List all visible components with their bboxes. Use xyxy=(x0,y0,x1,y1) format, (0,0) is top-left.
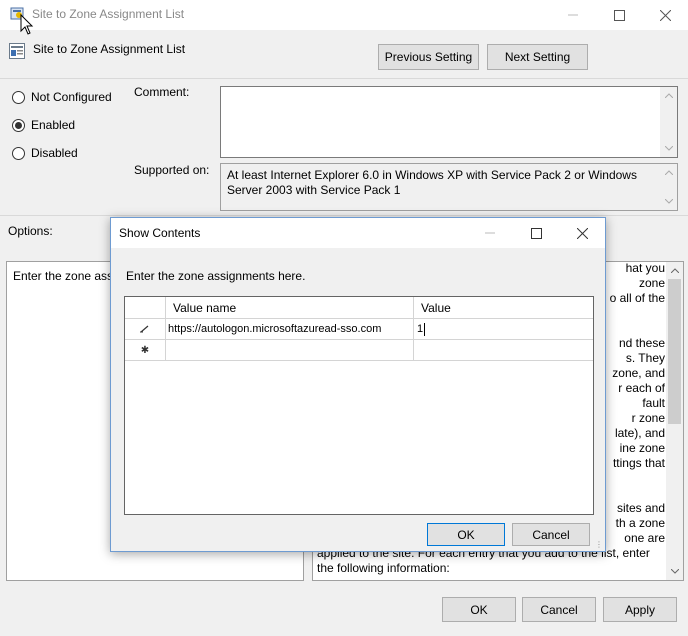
dialog-minimize-button[interactable] xyxy=(467,218,513,248)
text-caret xyxy=(424,322,426,336)
help-scrollbar[interactable] xyxy=(666,262,683,580)
asterisk-icon: ✱ xyxy=(140,344,150,356)
scroll-up-icon[interactable] xyxy=(660,164,677,181)
help-line: zone, and xyxy=(612,366,665,380)
help-line: r each of xyxy=(618,381,665,395)
radio-circle xyxy=(12,146,25,160)
ok-button[interactable]: OK xyxy=(442,597,516,622)
show-contents-dialog: Show Contents Enter the zone assignments… xyxy=(110,217,606,552)
help-line: ttings that xyxy=(612,456,665,470)
dialog-ok-button[interactable]: OK xyxy=(427,523,505,546)
minimize-icon xyxy=(568,14,578,16)
dialog-cancel-button[interactable]: Cancel xyxy=(512,523,590,546)
radio-circle-selected xyxy=(12,118,25,132)
comment-scrollbar[interactable] xyxy=(660,87,677,157)
radio-label: Not Configured xyxy=(31,90,112,104)
window-title: Site to Zone Assignment List xyxy=(32,7,185,21)
value-text: 1 xyxy=(417,323,424,335)
column-header-label: Value name xyxy=(173,300,237,315)
maximize-button[interactable] xyxy=(596,0,642,30)
help-line: nd these xyxy=(618,336,665,350)
values-grid[interactable]: Value name Value https://autologon.micro… xyxy=(124,296,594,515)
help-line: the following information: xyxy=(317,561,450,575)
minimize-button[interactable] xyxy=(550,0,596,30)
pencil-icon xyxy=(140,325,149,333)
dialog-title-bar: Show Contents xyxy=(111,218,605,248)
dialog-instruction: Enter the zone assignments here. xyxy=(126,269,306,283)
scroll-up-icon[interactable] xyxy=(660,87,677,104)
row-marker[interactable] xyxy=(125,319,166,340)
value-cell[interactable] xyxy=(414,340,593,361)
title-bar: Site to Zone Assignment List xyxy=(0,0,688,30)
supported-scrollbar[interactable] xyxy=(660,164,677,210)
supported-on-box: At least Internet Explorer 6.0 in Window… xyxy=(220,163,678,211)
help-line: o all of the xyxy=(609,291,665,305)
supported-on-text: At least Internet Explorer 6.0 in Window… xyxy=(227,168,637,197)
column-header-label: Value xyxy=(421,300,451,315)
help-line: late), and xyxy=(614,426,665,440)
dialog-title: Show Contents xyxy=(119,226,201,240)
radio-label: Enabled xyxy=(31,118,76,132)
help-line: hat you xyxy=(625,261,665,275)
help-line: r zone xyxy=(631,411,665,425)
radio-not-configured[interactable]: Not Configured xyxy=(12,90,112,104)
scroll-down-icon[interactable] xyxy=(660,193,677,210)
comment-label: Comment: xyxy=(134,85,190,99)
options-pane-text: Enter the zone assi xyxy=(13,269,116,283)
radio-disabled[interactable]: Disabled xyxy=(12,146,78,160)
dialog-close-button[interactable] xyxy=(559,218,605,248)
mouse-cursor-icon xyxy=(20,13,34,39)
cancel-button[interactable]: Cancel xyxy=(522,597,596,622)
help-line: ine zone xyxy=(619,441,665,455)
radio-circle xyxy=(12,90,25,104)
close-button[interactable] xyxy=(642,0,688,30)
value-name-text: https://autologon.microsoftazuread-sso.c… xyxy=(168,323,382,335)
help-line: fault xyxy=(642,396,665,410)
next-setting-button[interactable]: Next Setting xyxy=(487,44,588,70)
help-line: th a zone xyxy=(615,516,665,530)
help-line: one are xyxy=(624,531,665,545)
help-line: s. They xyxy=(625,351,665,365)
radio-label: Disabled xyxy=(31,146,78,160)
minimize-icon xyxy=(485,232,495,234)
supported-on-label: Supported on: xyxy=(134,163,210,177)
options-label: Options: xyxy=(8,224,53,238)
comment-textarea[interactable] xyxy=(220,86,678,158)
maximize-icon xyxy=(613,9,625,21)
help-line: sites and xyxy=(616,501,665,515)
previous-setting-button[interactable]: Previous Setting xyxy=(378,44,479,70)
resize-grip-icon[interactable]: ⋮ xyxy=(595,540,603,549)
scroll-down-icon[interactable] xyxy=(666,563,683,580)
value-name-cell[interactable] xyxy=(166,340,414,361)
options-divider xyxy=(0,215,688,216)
setting-name: Site to Zone Assignment List xyxy=(33,42,186,56)
scroll-down-icon[interactable] xyxy=(660,140,677,157)
value-name-cell[interactable]: https://autologon.microsoftazuread-sso.c… xyxy=(166,319,414,340)
close-icon xyxy=(576,227,588,239)
radio-enabled[interactable]: Enabled xyxy=(12,118,75,132)
scroll-thumb[interactable] xyxy=(668,279,681,424)
row-marker[interactable]: ✱ xyxy=(125,340,166,361)
maximize-icon xyxy=(530,227,542,239)
grid-header-value[interactable]: Value xyxy=(414,297,593,319)
dialog-maximize-button[interactable] xyxy=(513,218,559,248)
close-icon xyxy=(659,9,671,21)
setting-icon xyxy=(9,43,25,59)
grid-header-value-name[interactable]: Value name xyxy=(166,297,414,319)
apply-button[interactable]: Apply xyxy=(603,597,677,622)
value-cell[interactable]: 1 xyxy=(414,319,593,340)
scroll-up-icon[interactable] xyxy=(666,262,683,279)
grid-header-corner xyxy=(125,297,166,319)
header-divider xyxy=(0,78,688,79)
help-line: zone xyxy=(638,276,665,290)
